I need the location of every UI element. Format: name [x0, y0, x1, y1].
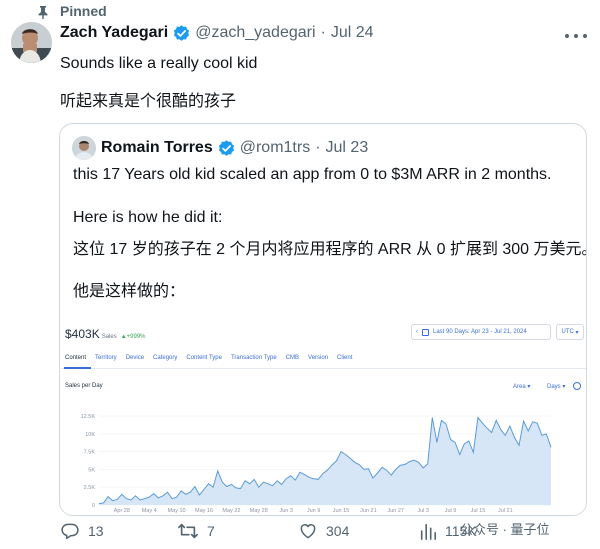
quoted-tweet[interactable]: Romain Torres @rom1trs · Jul 23 this 17 … — [59, 123, 587, 516]
quoted-avatar[interactable] — [72, 136, 96, 160]
x-tick-label: Jul 9 — [445, 508, 457, 514]
watermark: 公众号 · 量子位 — [460, 521, 550, 537]
tweet-text-line: 听起来真是个很酷的孩子 — [60, 93, 237, 110]
tab-transaction-type[interactable]: Transaction Type — [231, 355, 277, 361]
y-tick-label: 0 — [92, 503, 95, 509]
x-tick-label: May 16 — [195, 508, 213, 514]
tab-territory[interactable]: Territory — [95, 355, 117, 361]
active-tab-indicator — [64, 367, 91, 369]
pinned-text: Pinned — [60, 3, 107, 19]
granularity-label: Days — [547, 384, 561, 390]
chart-type-select[interactable]: Area ▾ — [513, 383, 530, 390]
metric-label: Sales per Day — [65, 383, 103, 389]
tweet-header: Zach Yadegari @zach_yadegari · Jul 24 — [60, 22, 374, 44]
timezone-label: UTC — [561, 329, 574, 335]
sales-total-value: $403K — [65, 327, 100, 341]
x-tick-label: Jun 15 — [333, 508, 350, 514]
repost-button[interactable]: 7 — [177, 520, 215, 542]
tweet-date[interactable]: Jul 24 — [331, 24, 374, 42]
calendar-icon — [422, 328, 429, 336]
sales-dashboard-image[interactable]: $403K Sales ▲+999% ‹ Last 90 Days: Apr 23 … — [61, 319, 586, 515]
y-tick-label: 10K — [85, 432, 95, 438]
x-tick-label: May 22 — [222, 508, 240, 514]
x-tick-label: Jul 3 — [417, 508, 429, 514]
pin-icon — [38, 6, 48, 19]
quoted-text-line: Here is how he did it: — [73, 209, 223, 226]
more-options-icon[interactable] — [565, 29, 587, 43]
tab-category[interactable]: Category — [153, 355, 177, 361]
quoted-text-line: this 17 Years old kid scaled an app from… — [73, 166, 552, 183]
series-area — [99, 417, 551, 505]
x-tick-label: Jul 15 — [471, 508, 486, 514]
chevron-left-icon: ‹ — [416, 329, 418, 335]
pinned-label: Pinned — [38, 2, 107, 20]
chevron-down-icon: ▾ — [575, 329, 579, 336]
quoted-text-line: 这位 17 岁的孩子在 2 个月内将应用程序的 ARR 从 0 扩展到 300 … — [73, 241, 587, 258]
y-tick-label: 5K — [88, 467, 95, 473]
y-tick-label: 12.5K — [81, 414, 96, 420]
verified-badge-icon — [172, 24, 191, 43]
x-tick-label: May 4 — [142, 508, 157, 514]
sales-area-chart: 0 2.5K 5K 7.5K 10K 12.5K Apr 28 May 4 May 10 May … — [81, 414, 552, 514]
sales-total: $403K Sales ▲+999% — [65, 327, 146, 341]
tab-client[interactable]: Client — [337, 355, 352, 361]
tab-content-type[interactable]: Content Type — [186, 355, 222, 361]
tab-content[interactable]: Content — [65, 355, 86, 361]
gear-icon[interactable] — [573, 382, 581, 390]
reply-icon — [61, 523, 79, 540]
dashboard-tabs: Content Territory Device Category Conten… — [65, 355, 361, 361]
x-tick-label: Jul 21 — [498, 508, 513, 514]
author-handle[interactable]: @zach_yadegari — [195, 24, 315, 42]
views-icon — [420, 523, 437, 540]
x-tick-label: May 10 — [168, 508, 186, 514]
date-range-label: Last 90 Days: Apr 23 - Jul 21, 2024 — [433, 329, 527, 335]
x-tick-label: Jun 27 — [388, 508, 405, 514]
chart-type-label: Area — [513, 384, 526, 390]
repost-icon — [178, 523, 198, 539]
x-tick-label: Jun 21 — [360, 508, 377, 514]
x-tick-label: May 28 — [250, 508, 268, 514]
repost-count: 7 — [207, 523, 215, 539]
separator-dot: · — [315, 139, 321, 156]
quoted-text-line: 他是这样做的： — [73, 283, 186, 300]
like-count: 304 — [326, 523, 350, 539]
quoted-author-handle[interactable]: @rom1trs — [240, 139, 310, 157]
x-tick-label: Jun 3 — [279, 508, 292, 514]
verified-badge-icon — [217, 139, 236, 158]
quoted-author-name[interactable]: Romain Torres — [101, 139, 213, 157]
x-tick-label: Apr 28 — [114, 508, 130, 514]
tab-device[interactable]: Device — [126, 355, 144, 361]
tab-cmb[interactable]: CMB — [286, 355, 299, 361]
sales-total-label: Sales — [101, 334, 117, 340]
tweet-text-line: Sounds like a really cool kid — [60, 55, 258, 72]
author-name[interactable]: Zach Yadegari — [60, 24, 168, 42]
tab-divider — [61, 368, 586, 369]
tab-version[interactable]: Version — [308, 355, 328, 361]
avatar[interactable] — [11, 22, 52, 63]
separator-dot: · — [320, 24, 326, 41]
heart-icon — [300, 524, 316, 539]
like-button[interactable]: 304 — [298, 520, 349, 542]
quoted-date[interactable]: Jul 23 — [326, 139, 369, 157]
reply-button[interactable]: 13 — [60, 520, 104, 542]
y-tick-label: 7.5K — [84, 450, 96, 456]
timezone-select[interactable]: UTC ▾ — [556, 324, 584, 340]
y-tick-label: 2.5K — [84, 485, 96, 491]
date-range-picker[interactable]: ‹ Last 90 Days: Apr 23 - Jul 21, 2024 — [411, 324, 551, 340]
sales-growth: ▲+999% — [120, 334, 146, 340]
quoted-header: Romain Torres @rom1trs · Jul 23 — [101, 137, 368, 159]
granularity-select[interactable]: Days ▾ — [547, 383, 565, 390]
reply-count: 13 — [88, 523, 104, 539]
x-tick-label: Jun 9 — [307, 508, 320, 514]
